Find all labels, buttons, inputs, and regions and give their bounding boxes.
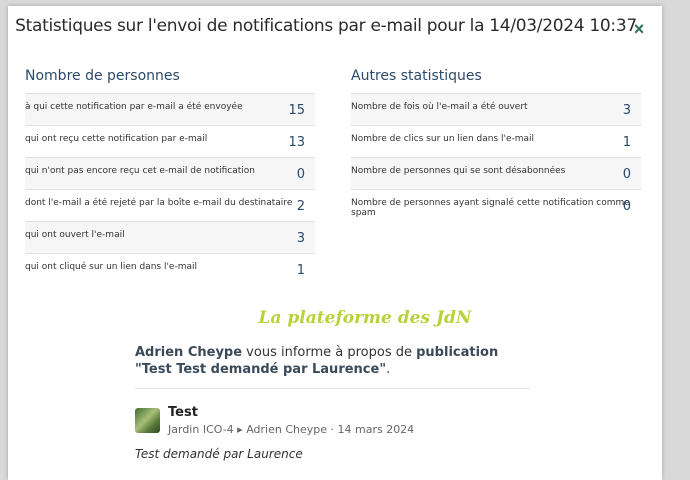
stat-value: 0 bbox=[622, 167, 631, 182]
stat-label: qui ont cliqué sur un lien dans l'e-mail bbox=[25, 262, 197, 272]
people-stats-column: Nombre de personnes à qui cette notifica… bbox=[25, 68, 315, 285]
people-stats-list: à qui cette notification par e-mail a ét… bbox=[25, 93, 315, 285]
stat-value: 2 bbox=[296, 199, 305, 214]
stat-label: Nombre de personnes ayant signalé cette … bbox=[351, 198, 630, 218]
other-stats-column: Autres statistiques Nombre de fois où l'… bbox=[351, 68, 641, 221]
sender-name[interactable]: Adrien Cheype bbox=[135, 345, 242, 360]
post-card: Test Jardin ICO-4 ▸ Adrien Cheype · 14 m… bbox=[135, 405, 535, 468]
email-preview: La plateforme des JdN Adrien Cheype vous… bbox=[135, 308, 535, 468]
stat-label: qui ont reçu cette notification par e-ma… bbox=[25, 134, 208, 144]
stat-value: 1 bbox=[622, 135, 631, 150]
post-author[interactable]: Test bbox=[168, 405, 198, 420]
stat-row-rejected: dont l'e-mail a été rejeté par la boîte … bbox=[25, 189, 315, 221]
stat-value: 1 bbox=[296, 263, 305, 278]
post-body: Test demandé par Laurence bbox=[135, 447, 303, 461]
avatar bbox=[135, 408, 160, 433]
stat-label: à qui cette notification par e-mail a ét… bbox=[25, 102, 243, 112]
stat-row-spam: Nombre de personnes ayant signalé cette … bbox=[351, 189, 641, 221]
other-stats-heading: Autres statistiques bbox=[351, 68, 482, 84]
info-text: vous informe à propos de bbox=[242, 345, 417, 360]
stat-label: dont l'e-mail a été rejeté par la boîte … bbox=[25, 198, 293, 208]
people-stats-heading: Nombre de personnes bbox=[25, 68, 180, 84]
stat-value: 0 bbox=[622, 199, 631, 214]
other-stats-list: Nombre de fois où l'e-mail a été ouvert … bbox=[351, 93, 641, 221]
stat-row-opened: qui ont ouvert l'e-mail 3 bbox=[25, 221, 315, 253]
stat-row-sent: à qui cette notification par e-mail a ét… bbox=[25, 93, 315, 125]
post-meta: Jardin ICO-4 ▸ Adrien Cheype · 14 mars 2… bbox=[168, 423, 415, 436]
stat-value: 3 bbox=[296, 231, 305, 246]
stat-row-clicked: qui ont cliqué sur un lien dans l'e-mail… bbox=[25, 253, 315, 285]
brand-logo: La plateforme des JdN bbox=[258, 308, 472, 328]
stat-label: qui n'ont pas encore reçu cet e-mail de … bbox=[25, 166, 256, 176]
modal-title: Statistiques sur l'envoi de notification… bbox=[15, 16, 637, 36]
info-end: . bbox=[386, 362, 391, 377]
close-icon[interactable]: × bbox=[630, 20, 648, 38]
stat-value: 15 bbox=[288, 103, 305, 118]
stat-label: qui ont ouvert l'e-mail bbox=[25, 230, 125, 240]
stat-row-click-count: Nombre de clics sur un lien dans l'e-mai… bbox=[351, 125, 641, 157]
stat-value: 13 bbox=[288, 135, 305, 150]
stat-row-received: qui ont reçu cette notification par e-ma… bbox=[25, 125, 315, 157]
stat-row-open-count: Nombre de fois où l'e-mail a été ouvert … bbox=[351, 93, 641, 125]
notification-info: Adrien Cheype vous informe à propos de p… bbox=[135, 344, 535, 378]
stats-modal: Statistiques sur l'envoi de notification… bbox=[8, 6, 662, 480]
stat-row-unsubscribed: Nombre de personnes qui se sont désabonn… bbox=[351, 157, 641, 189]
stat-label: Nombre de personnes qui se sont désabonn… bbox=[351, 166, 566, 176]
stat-label: Nombre de fois où l'e-mail a été ouvert bbox=[351, 102, 528, 112]
stat-label: Nombre de clics sur un lien dans l'e-mai… bbox=[351, 134, 535, 144]
stat-value: 0 bbox=[296, 167, 305, 182]
stat-row-pending: qui n'ont pas encore reçu cet e-mail de … bbox=[25, 157, 315, 189]
stat-value: 3 bbox=[622, 103, 631, 118]
divider bbox=[135, 388, 530, 389]
